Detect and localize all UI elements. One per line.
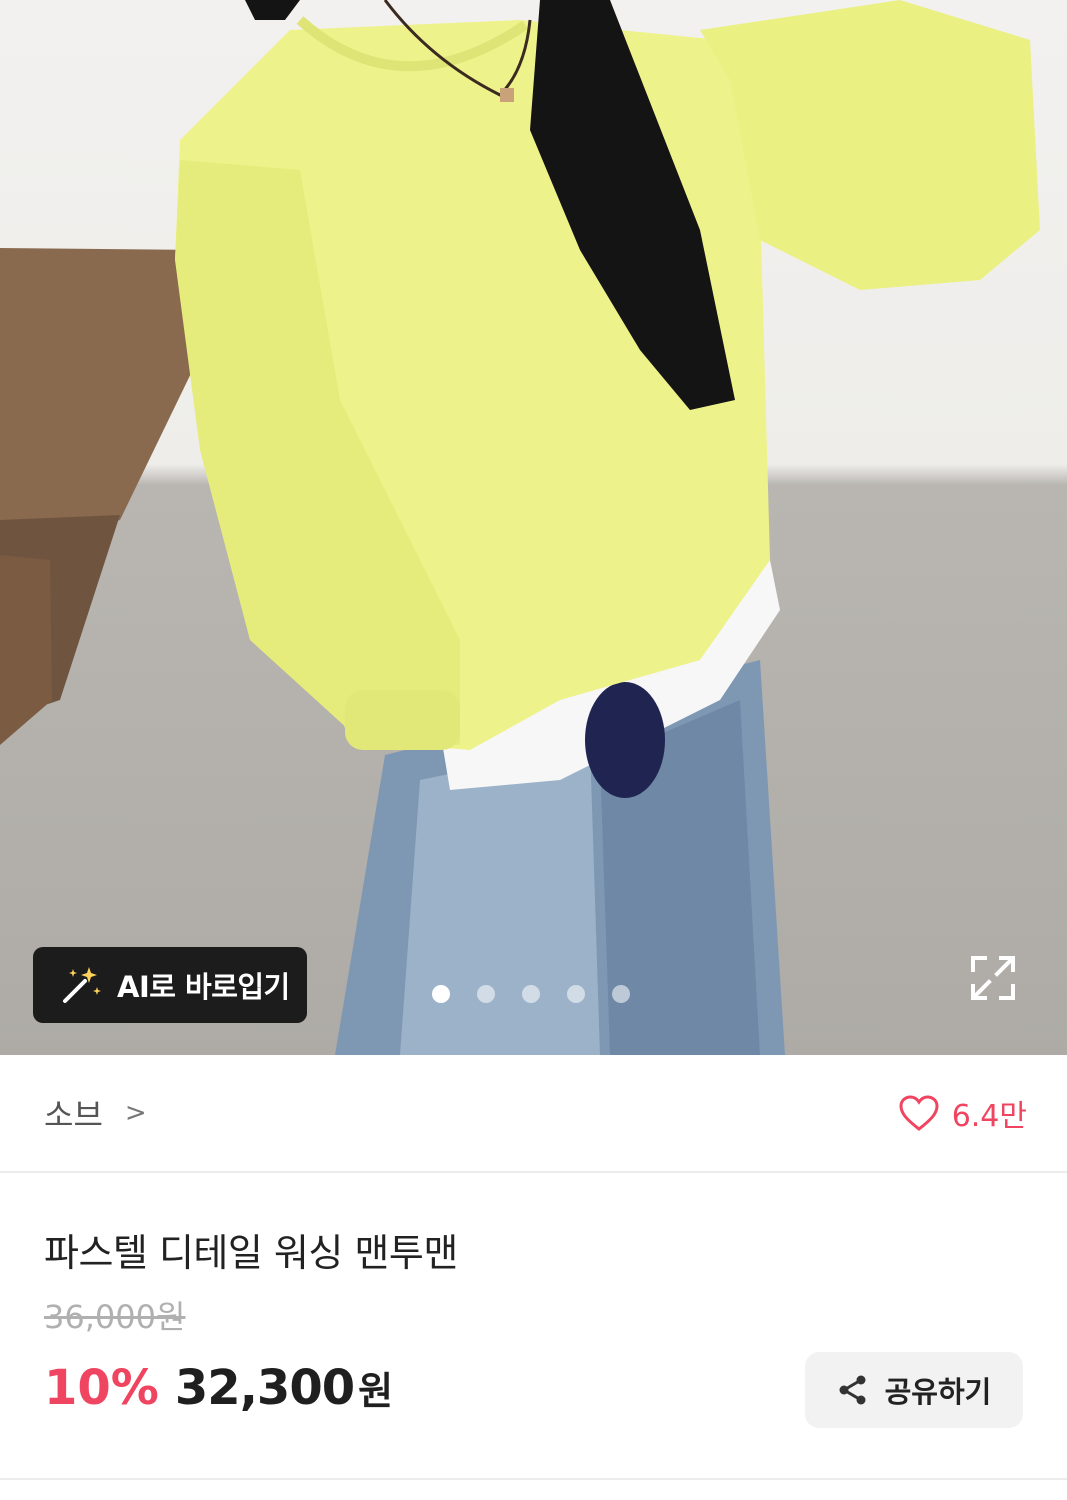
discount-rate: 10% <box>44 1360 159 1416</box>
share-icon <box>839 1375 866 1405</box>
share-button[interactable]: 공유하기 <box>805 1352 1023 1428</box>
like-button[interactable]: 6.4만 <box>898 1091 1027 1135</box>
magic-wand-icon <box>63 967 101 1003</box>
product-title: 파스텔 디테일 워싱 맨투맨 <box>44 1231 458 1275</box>
heart-icon <box>899 1095 939 1131</box>
carousel-dot[interactable] <box>432 985 450 1003</box>
carousel-dot[interactable] <box>477 985 495 1003</box>
ai-try-on-label: AI로 바로입기 <box>117 970 290 1004</box>
chevron-right-icon: > <box>124 1098 147 1128</box>
brand-row: 소브 > 6.4만 <box>0 1055 1067 1173</box>
carousel-dot[interactable] <box>567 985 585 1003</box>
original-price: 36,000원 <box>44 1298 186 1336</box>
divider <box>0 1478 1067 1480</box>
product-image[interactable]: AI로 바로입기 <box>0 0 1067 1055</box>
currency-unit: 원 <box>358 1369 394 1413</box>
brand-link[interactable]: 소브 > <box>44 1090 147 1136</box>
like-count: 6.4만 <box>951 1099 1027 1134</box>
price-row: 10% 32,300 원 <box>44 1360 393 1416</box>
carousel-dot[interactable] <box>522 985 540 1003</box>
carousel-dot[interactable] <box>612 985 630 1003</box>
share-label: 공유하기 <box>884 1375 992 1409</box>
carousel-indicator <box>432 985 630 1003</box>
sale-price: 32,300 <box>174 1360 355 1416</box>
ai-try-on-button[interactable]: AI로 바로입기 <box>33 947 307 1023</box>
product-photo <box>0 0 1040 1055</box>
expand-icon[interactable] <box>967 952 1019 1004</box>
brand-name: 소브 <box>44 1096 103 1134</box>
